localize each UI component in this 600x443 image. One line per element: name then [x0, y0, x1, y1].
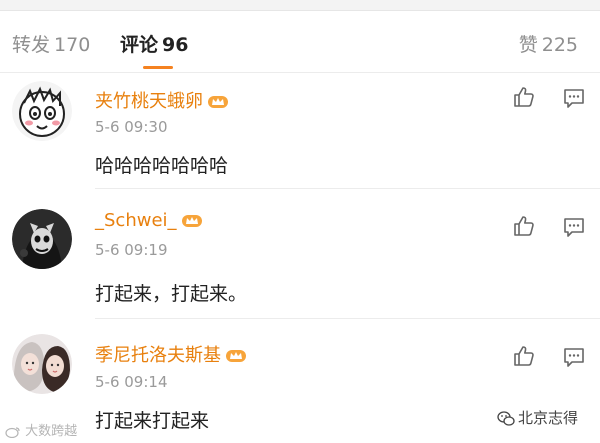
comment-text: 打起来，打起来。 — [95, 283, 248, 305]
tab-likes-label: 赞 — [518, 34, 538, 56]
comment-username[interactable]: _Schwei_ — [95, 210, 203, 231]
active-tab-indicator — [143, 66, 173, 69]
tab-bar: 转发 170 评论 96 赞 225 — [0, 10, 600, 73]
tab-comments[interactable]: 评论 96 — [120, 30, 188, 57]
username-text: 夹竹桃天蛾卵 — [95, 91, 203, 112]
comment-text: 打起来打起来 — [95, 410, 210, 432]
vip-crown-badge-icon — [181, 215, 202, 227]
vip-crown-badge-icon — [208, 96, 228, 108]
comment-time: 5-6 09:30 — [95, 118, 168, 136]
tab-comments-count: 96 — [162, 34, 189, 56]
tab-comments-label: 评论 — [120, 34, 159, 56]
thumbs-up-icon[interactable] — [512, 85, 536, 109]
watermark-left-text: 大数跨越 — [25, 424, 78, 439]
tab-likes[interactable]: 赞 225 — [519, 30, 578, 57]
avatar[interactable] — [12, 209, 72, 269]
tab-likes-count: 225 — [541, 34, 578, 56]
watermark-left: 大数跨越 — [5, 420, 77, 439]
comment-item: _Schwei_ 5-6 09:19 打起来，打起来。 — [0, 188, 600, 319]
wechat-logo-icon — [497, 410, 515, 426]
vip-crown-badge-icon — [226, 350, 246, 362]
weibo-logo-icon — [5, 426, 20, 438]
tab-forward[interactable]: 转发 170 — [12, 30, 90, 57]
thumbs-up-icon[interactable] — [512, 344, 536, 368]
watermark-right-text: 北京志得 — [518, 409, 579, 427]
comment-item: 夹竹桃天蛾卵 5-6 09:30 哈哈哈哈哈哈哈 — [0, 73, 600, 189]
watermark-right: 北京志得 — [497, 407, 578, 428]
tab-forward-label: 转发 — [12, 34, 51, 56]
comment-reply-icon[interactable] — [562, 345, 586, 369]
avatar-dark-mask — [12, 209, 72, 269]
avatar[interactable] — [12, 334, 72, 394]
username-text: 季尼托洛夫斯基 — [95, 345, 221, 366]
thumbs-up-icon[interactable] — [512, 214, 536, 238]
comment-time: 5-6 09:14 — [95, 373, 168, 391]
avatar-two-girls-photo — [12, 334, 72, 394]
username-text: _Schwei_ — [95, 210, 177, 231]
avatar-cartoon-face — [12, 81, 72, 141]
comment-reply-icon[interactable] — [562, 215, 586, 239]
avatar[interactable] — [12, 81, 72, 141]
comment-username[interactable]: 季尼托洛夫斯基 — [95, 341, 247, 367]
tab-forward-count: 170 — [54, 34, 91, 56]
comment-reply-icon[interactable] — [562, 86, 586, 110]
comment-text: 哈哈哈哈哈哈哈 — [95, 155, 229, 177]
comment-time: 5-6 09:19 — [95, 241, 168, 259]
comment-username[interactable]: 夹竹桃天蛾卵 — [95, 87, 229, 113]
